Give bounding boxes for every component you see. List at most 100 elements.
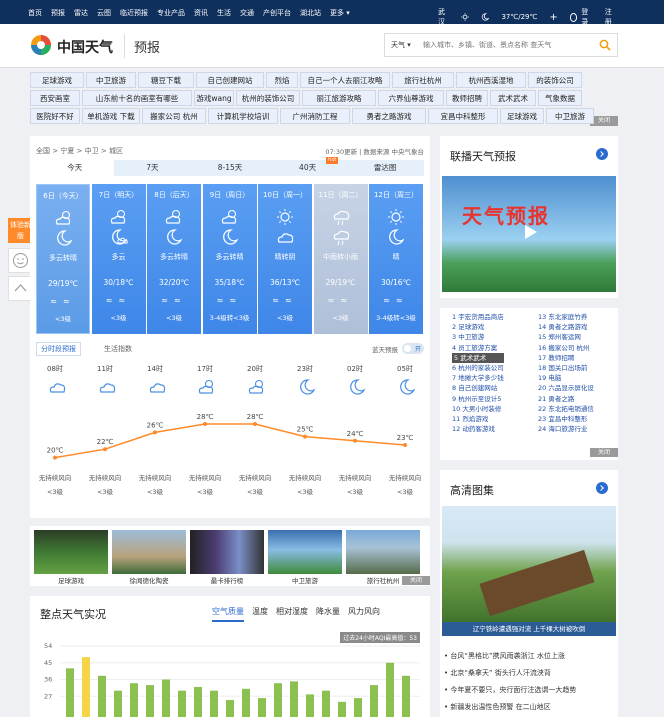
ad-link[interactable]: 中卫旅游 [86,72,136,88]
thumb-caption[interactable]: 最卡排行榜 [190,575,264,585]
ad-link[interactable]: 杭州的装饰公司 [236,90,300,106]
tab-forecast-3[interactable]: 40天 hot [269,157,347,176]
ranked-ad-link[interactable]: 14 勇者之路游戏 [538,322,594,332]
ranked-ad-link[interactable]: 13 东北家庭竹养 [538,312,594,322]
ranked-ad-link[interactable]: 9 杭州示至设计5 [452,394,504,404]
ad-link[interactable]: 六界仙尊游戏 [378,90,444,106]
ranked-ad-link[interactable]: 5 武术武术 [452,352,504,364]
brand-name[interactable]: 中国天气 [57,37,113,57]
thumb-ad[interactable]: 旅行社杭州 [346,530,420,585]
day-card[interactable]: 9日（周日） 多云转晴 35/18℃ ≈≈ 3-4级转<3级 [202,184,257,334]
logo-icon[interactable] [30,34,52,56]
news-item[interactable]: • 新疆发出温性色预警 在二山地区 [444,699,576,716]
ad-link[interactable]: 烈焰 [266,72,298,88]
ranked-ad-link[interactable]: 10 大男小时装修 [452,404,504,414]
ad-link[interactable]: 中卫旅游 [546,108,594,124]
breadcrumb[interactable]: 全国 > 宁夏 > 中卫 > 城区 [36,146,123,156]
ranked-ad-link[interactable]: 23 宜昌中科整形 [538,414,594,424]
top-nav-item[interactable]: 产创平台 [263,8,291,18]
thumb-ad[interactable]: 最卡排行榜 [190,530,264,585]
ranked-ad-link[interactable]: 4 员工旅游方案 [452,343,504,353]
top-nav-item[interactable]: 雷达 [74,8,88,18]
thumb-image[interactable] [268,530,342,574]
ad-link[interactable]: 西安画室 [30,90,80,106]
ranked-ad-link[interactable]: 22 东北拓电销通信 [538,404,594,414]
gallery-image[interactable] [442,506,616,626]
search-type-select[interactable]: 天气 ▾ [391,40,411,50]
tab-life-index[interactable]: 生活指数 [104,344,132,354]
thumb-caption[interactable]: 足球游戏 [34,575,108,585]
day-card[interactable]: 10日（周一） 晴转阴 36/13℃ ≈≈ <3级 [258,184,312,334]
thumb-ad[interactable]: 足球游戏 [34,530,108,585]
day-card[interactable]: 6日（今天） 多云转晴 29/19℃ ≈≈ <3级 [36,184,90,334]
ad-link[interactable]: 武术武术 [490,90,536,106]
top-nav-item[interactable]: 资讯 [194,8,208,18]
ad-link[interactable]: 单机游戏 下载 [82,108,140,124]
ranked-ad-link[interactable]: 11 烈焰游戏 [452,414,504,424]
tab-forecast-4[interactable]: 雷达图 [346,160,424,176]
ranked-ad-link[interactable]: 7 地摊大学多少钱 [452,373,504,383]
ad-link[interactable]: 足球游戏 [30,72,84,88]
ranked-ad-link[interactable]: 21 勇者之路 [538,394,594,404]
add-city-icon[interactable]: + [549,12,557,23]
day-card[interactable]: 11日（周二） 中雨转小雨 29/19℃ ≈≈ <3级 [313,184,368,334]
moon-icon[interactable] [481,12,490,22]
ad-link[interactable]: 游戏wang [194,90,234,106]
thumb-ad[interactable]: 中卫旅游 [268,530,342,585]
top-nav-item[interactable]: 临近预报 [120,8,148,18]
more-arrow-icon[interactable] [596,148,608,160]
ranked-ad-link[interactable]: 15 郑州客运网 [538,332,594,342]
ranked-ad-link[interactable]: 16 搬家公司 杭州 [538,343,594,353]
ad-link[interactable]: 的装饰公司 [528,72,582,88]
thumb-image[interactable] [190,530,264,574]
ad-close-button[interactable]: 关闭 [590,116,618,126]
tab-forecast-2[interactable]: 8-15天 [191,160,269,176]
top-nav-item[interactable]: 专业产品 [157,8,185,18]
day-card[interactable]: 7日（明天） 多云 30/18℃ ≈≈ <3级 [91,184,146,334]
news-item[interactable]: • 北京“桑拿天” 街头行人汗流浃背 [444,665,576,682]
ad-link[interactable]: 气象数据 [538,90,582,106]
top-nav-item[interactable]: 首页 [28,8,42,18]
search-input[interactable] [423,37,583,53]
thumb-image[interactable] [34,530,108,574]
ad-link[interactable]: 足球游戏 [500,108,544,124]
ad-link[interactable]: 教师招聘 [446,90,488,106]
search-icon[interactable] [599,39,611,51]
day-card[interactable]: 12日（周三） 晴 30/16℃ ≈≈ 3-4级转<3级 [369,184,423,334]
top-nav-item[interactable]: 云图 [97,8,111,18]
ranked-ad-link[interactable]: 12 动药客游戏 [452,424,504,434]
ranked-ad-link[interactable]: 3 中卫旅游 [452,332,504,342]
ad-link[interactable]: 搬家公司 杭州 [142,108,206,124]
thumb-caption[interactable]: 旅行社杭州 [346,575,420,585]
ranked-ad-link[interactable]: 24 海口旅游行业 [538,424,594,434]
top-nav-item[interactable]: 湖北站 [300,8,321,18]
video-player[interactable]: 天气预报 [442,176,616,292]
ranked-ad-link[interactable]: 18 国关口出场前 [538,363,594,373]
thumb-image[interactable] [112,530,186,574]
ranked-ad-link[interactable]: 2 足球游戏 [452,322,504,332]
ad-link[interactable]: 广州消防工程 [280,108,350,124]
more-arrow-icon[interactable] [596,482,608,494]
ad-link[interactable]: 勇者之路游戏 [352,108,426,124]
ranked-ad-link[interactable]: 20 六品显示屏化设 [538,383,594,393]
user-icon[interactable] [569,12,578,22]
top-nav-item[interactable]: 交通 [240,8,254,18]
thumb-caption[interactable]: 徐闻德化陶瓷 [112,575,186,585]
blue-sky-toggle[interactable]: 开 [402,343,424,354]
ad-link[interactable]: 计算机学校培训 [208,108,278,124]
news-item[interactable]: • 今年夏不要只，央行面行注选谓一大趋势 [444,682,576,699]
ad-link[interactable]: 宜昌中科整形 [428,108,498,124]
adlist-close-button[interactable]: 关闭 [590,448,618,457]
top-nav-item[interactable]: 更多 ▾ [330,8,350,18]
thumb-ad[interactable]: 徐闻德化陶瓷 [112,530,186,585]
thumb-image[interactable] [346,530,420,574]
gallery-caption[interactable]: 辽宁铁岭遭遇强对流 上千棵大树被吹倒 [442,622,616,636]
ranked-ad-link[interactable]: 19 电脑 [538,373,594,383]
news-item[interactable]: • 台风“黑格比”携风雨袭浙江 水位上涨 [444,648,576,665]
ad-link[interactable]: 医院好不好 [30,108,80,124]
tab-forecast-0[interactable]: 今天 [36,160,114,176]
top-nav-item[interactable]: 生活 [217,8,231,18]
ad-link[interactable]: 旅行社杭州 [392,72,454,88]
top-nav-item[interactable]: 预报 [51,8,65,18]
ad-link[interactable]: 自己创建网站 [196,72,264,88]
